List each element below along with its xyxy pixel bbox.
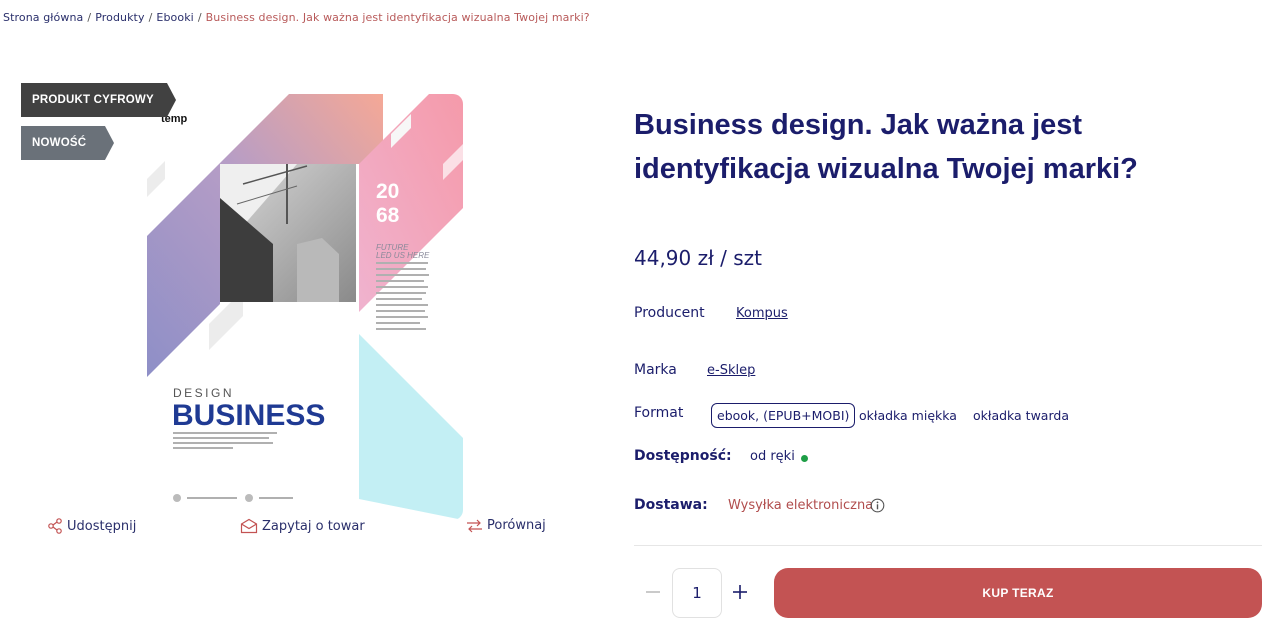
quantity-input[interactable]: [672, 568, 722, 618]
new-badge-label: NOWOŚĆ: [32, 137, 87, 149]
divider: [634, 545, 1262, 546]
product-price: 44,90 zł / szt: [634, 246, 763, 270]
buy-now-button[interactable]: KUP TERAZ: [774, 568, 1262, 618]
breadcrumb-separator: /: [148, 11, 153, 24]
format-option-ebook[interactable]: ebook, (EPUB+MOBI): [711, 403, 856, 428]
new-badge: NOWOŚĆ: [21, 126, 114, 160]
cover-tagline-2: LED US HERE: [376, 251, 430, 260]
breadcrumb-home-link[interactable]: Strona główna: [3, 11, 83, 24]
ask-about-product-link[interactable]: Zapytaj o towar: [240, 518, 365, 534]
availability-dot: [801, 455, 808, 462]
producer-link[interactable]: Kompus: [736, 306, 788, 321]
breadcrumb-products-link[interactable]: Produkty: [95, 11, 144, 24]
cover-artwork: temp 20 68 FUTURE LED US HERE DESIGN BUS…: [147, 94, 463, 520]
format-label: Format: [634, 405, 684, 421]
digital-product-badge: PRODUKT CYFROWY: [21, 83, 176, 117]
format-option-hardcover[interactable]: okładka twarda: [973, 403, 1069, 428]
envelope-icon: [240, 518, 258, 534]
cover-headline: BUSINESS: [172, 399, 325, 432]
brand-link[interactable]: e-Sklep: [707, 363, 755, 378]
cover-year-bottom: 68: [376, 204, 400, 227]
product-title: Business design. Jak ważna jest identyfi…: [634, 109, 1138, 185]
compare-label: Porównaj: [487, 518, 546, 533]
cover-small-icon: [173, 494, 181, 502]
digital-product-badge-label: PRODUKT CYFROWY: [32, 94, 154, 106]
quantity-increase-button[interactable]: [730, 582, 750, 602]
compare-arrows-icon: [467, 519, 482, 532]
share-link[interactable]: Udostępnij: [47, 518, 136, 534]
delivery-value: Wysyłka elektroniczna: [728, 498, 874, 513]
breadcrumb-separator: /: [87, 11, 92, 24]
share-icon: [48, 518, 62, 534]
plus-icon: [733, 585, 747, 599]
breadcrumb: Strona główna / Produkty / Ebooki / Business d…: [3, 11, 590, 24]
product-cover-image[interactable]: temp 20 68 FUTURE LED US HERE DESIGN BUS…: [147, 94, 463, 520]
producer-label: Producent: [634, 305, 705, 321]
cover-year-top: 20: [376, 180, 399, 203]
availability-label: Dostępność:: [634, 448, 732, 464]
info-icon[interactable]: [870, 498, 885, 513]
share-label: Udostępnij: [67, 518, 137, 534]
breadcrumb-separator: /: [197, 11, 202, 24]
cover-kicker: DESIGN: [173, 386, 234, 400]
quantity-decrease-button[interactable]: [643, 582, 663, 602]
brand-label: Marka: [634, 362, 677, 378]
ask-label: Zapytaj o towar: [262, 518, 365, 534]
availability-value: od ręki: [750, 449, 795, 464]
cover-small-icon: [245, 494, 253, 502]
delivery-label: Dostawa:: [634, 497, 708, 513]
breadcrumb-current: Business design. Jak ważna jest identyfi…: [205, 11, 590, 24]
compare-link[interactable]: Porównaj: [466, 518, 546, 533]
breadcrumb-ebooks-link[interactable]: Ebooki: [156, 11, 193, 24]
product-actions: Udostępnij Zapytaj o towar Porównaj: [0, 518, 560, 540]
format-option-paperback[interactable]: okładka miękka: [859, 403, 957, 428]
